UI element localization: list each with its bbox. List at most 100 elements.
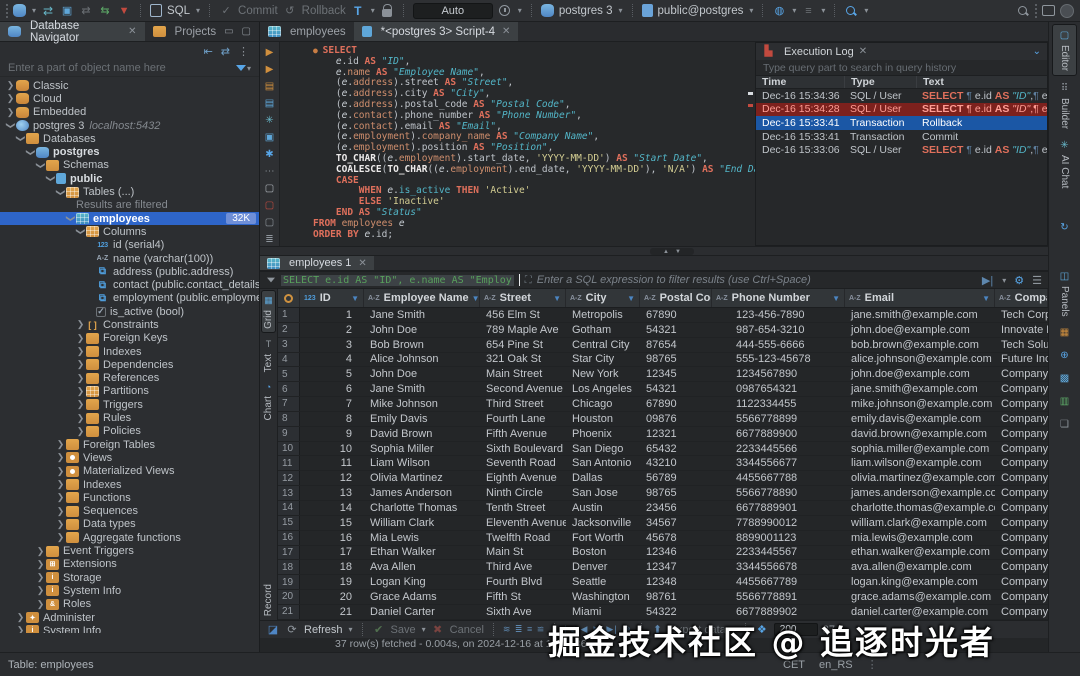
- tree-item-columns[interactable]: ❯Columns: [0, 225, 259, 238]
- reconnect-icon[interactable]: ⇆: [98, 4, 112, 18]
- rollback-icon[interactable]: ↺: [283, 4, 297, 18]
- grid-cell[interactable]: james.anderson@example.com: [845, 487, 995, 499]
- grid-cell[interactable]: Company I: [995, 487, 1048, 499]
- link-editor-icon[interactable]: ⇄: [221, 45, 230, 58]
- tree-chevron-icon[interactable]: ❯: [75, 426, 86, 437]
- column-header-city[interactable]: A-ZCity▼: [566, 289, 640, 307]
- grid-cell[interactable]: 11: [300, 457, 364, 469]
- log-row[interactable]: Dec-16 15:33:06SQL / UserSELECT ¶ e.id A…: [756, 143, 1047, 157]
- grid-cell[interactable]: 4: [300, 353, 364, 365]
- log-collapse-icon[interactable]: ⌄: [1033, 46, 1041, 57]
- tree-item-schemas[interactable]: ❯Schemas: [0, 159, 259, 172]
- table-row[interactable]: 88Emily DavisFourth LaneHouston098765566…: [278, 412, 1048, 427]
- object-filter-bar[interactable]: Enter a part of object name here ▾: [0, 60, 259, 77]
- grid-cell[interactable]: Sophia Miller: [364, 443, 480, 455]
- table-row[interactable]: 1313James AndersonNinth CircleSan Jose98…: [278, 486, 1048, 501]
- rows-caret[interactable]: ▾: [821, 6, 825, 15]
- table-row[interactable]: 55John DoeMain StreetNew York12345123456…: [278, 367, 1048, 382]
- tab-grid-view[interactable]: ▦ Grid: [261, 290, 276, 333]
- grid-cell[interactable]: Company F: [995, 443, 1048, 455]
- sql-menu-caret[interactable]: ▾: [196, 6, 200, 15]
- new-connection-icon[interactable]: [13, 4, 26, 17]
- execute-statement-icon[interactable]: ▶: [263, 46, 276, 59]
- log-row[interactable]: Dec-16 15:33:41TransactionRollback: [756, 116, 1047, 130]
- open-result-icon[interactable]: ◪: [266, 623, 280, 637]
- table-row[interactable]: 66Jane SmithSecond AvenueLos Angeles5432…: [278, 382, 1048, 397]
- grid-cell[interactable]: Company E: [995, 428, 1048, 440]
- column-header-company[interactable]: A-ZCompany▼: [995, 289, 1048, 307]
- grid-cell[interactable]: 13: [300, 487, 364, 499]
- grid-cell[interactable]: 34567: [640, 517, 712, 529]
- grid-cell[interactable]: 444-555-6666: [712, 339, 845, 351]
- results-filter-bar[interactable]: SELECT e.id AS "ID", e.name AS "Employ ⛶…: [260, 271, 1048, 289]
- tab-editor-vertical[interactable]: ▢ Editor: [1052, 24, 1077, 76]
- tree-item-extensions[interactable]: ❯⊞Extensions: [0, 558, 259, 571]
- grid-cell[interactable]: Ninth Circle: [480, 487, 566, 499]
- filter-settings-icon[interactable]: ⚙: [1014, 274, 1024, 287]
- grid-cell[interactable]: 6677889901: [712, 502, 845, 514]
- grid-cell[interactable]: Austin: [566, 502, 640, 514]
- grid-cell[interactable]: Olivia Martinez: [364, 472, 480, 484]
- sql-editor-icon[interactable]: [150, 4, 162, 17]
- editor-scrollbar[interactable]: [747, 42, 755, 246]
- tree-item-indexes[interactable]: ❯Indexes: [0, 345, 259, 358]
- tree-item-constraints[interactable]: ❯[ ]Constraints: [0, 318, 259, 331]
- grid-cell[interactable]: James Anderson: [364, 487, 480, 499]
- tree-chevron-icon[interactable]: ❯: [75, 333, 86, 344]
- tree-item-dependencies[interactable]: ❯Dependencies: [0, 358, 259, 371]
- tree-item-data-types[interactable]: ❯Data types: [0, 518, 259, 531]
- doc-alert-icon[interactable]: ▢: [263, 199, 276, 212]
- grid-cell[interactable]: Liam Wilson: [364, 457, 480, 469]
- tree-chevron-icon[interactable]: ❯: [35, 546, 46, 557]
- connection-caret[interactable]: ▾: [619, 6, 623, 15]
- grid-cell[interactable]: 98765: [640, 487, 712, 499]
- column-header-employee-name[interactable]: A-ZEmployee Name▼: [364, 289, 480, 307]
- transaction-timer-icon[interactable]: [499, 5, 510, 16]
- grid-cell[interactable]: Second Avenue: [480, 383, 566, 395]
- grid-cell[interactable]: Boston: [566, 546, 640, 558]
- grid-cell[interactable]: 21: [300, 606, 364, 618]
- close-results-icon[interactable]: ✕: [358, 258, 366, 269]
- tree-chevron-icon[interactable]: ❯: [15, 625, 26, 633]
- grid-cell[interactable]: Company P: [995, 591, 1048, 603]
- grid-cell[interactable]: Houston: [566, 413, 640, 425]
- grid-cell[interactable]: Star City: [566, 353, 640, 365]
- table-row[interactable]: 77Mike JohnsonThird StreetChicago6789011…: [278, 397, 1048, 412]
- sort-icon[interactable]: ▼: [550, 294, 561, 303]
- grid-cell[interactable]: 456 Elm St: [480, 309, 566, 321]
- connection-selector[interactable]: postgres 3: [559, 5, 613, 17]
- table-row[interactable]: 2020Grace AdamsFifth StWashington9876155…: [278, 590, 1048, 605]
- rows-icon[interactable]: ≡: [801, 4, 815, 18]
- tree-item-employment-public-employment[interactable]: ⧉employment (public.employment_: [0, 292, 259, 305]
- tree-item-contact-public-contact-details[interactable]: ⧉contact (public.contact_details): [0, 278, 259, 291]
- column-header-email[interactable]: A-ZEmail▼: [845, 289, 995, 307]
- column-header-street[interactable]: A-ZStreet▼: [480, 289, 566, 307]
- tree-item-system-info[interactable]: ❯iSystem Info: [0, 624, 259, 633]
- tree-item-triggers[interactable]: ❯Triggers: [0, 398, 259, 411]
- tree-chevron-icon[interactable]: ❯: [75, 386, 86, 397]
- table-row[interactable]: 44Alice Johnson321 Oak StStar City987655…: [278, 353, 1048, 368]
- log-col-type[interactable]: Type: [844, 76, 916, 88]
- row-number[interactable]: 16: [278, 531, 300, 545]
- sort-icon[interactable]: ▼: [469, 294, 480, 303]
- grid-cell[interactable]: Bob Brown: [364, 339, 480, 351]
- grid-cell[interactable]: 654 Pine St: [480, 339, 566, 351]
- close-script-icon[interactable]: ✕: [502, 26, 510, 37]
- close-log-icon[interactable]: ✕: [859, 46, 867, 57]
- tree-item-public[interactable]: ❯public: [0, 172, 259, 185]
- tree-chevron-icon[interactable]: ❯: [35, 599, 46, 610]
- tree-item-partitions[interactable]: ❯Partitions: [0, 385, 259, 398]
- database-selector[interactable]: public@postgres: [658, 5, 744, 17]
- tree-item-event-triggers[interactable]: ❯Event Triggers: [0, 544, 259, 557]
- grid-cell[interactable]: mia.lewis@example.com: [845, 532, 995, 544]
- refresh-caret[interactable]: ▾: [349, 625, 353, 634]
- connect-icon[interactable]: ⇄: [41, 4, 55, 18]
- row-number[interactable]: 2: [278, 323, 300, 337]
- grid-cell[interactable]: Third Ave: [480, 561, 566, 573]
- grid-cell[interactable]: 56789: [640, 472, 712, 484]
- grid-cell[interactable]: Tenth Street: [480, 502, 566, 514]
- grid-cell[interactable]: Company J: [995, 502, 1048, 514]
- tree-chevron-icon[interactable]: ❯: [55, 492, 66, 503]
- tree-chevron-icon[interactable]: ❯: [55, 506, 66, 517]
- save-caret[interactable]: ▾: [422, 625, 426, 634]
